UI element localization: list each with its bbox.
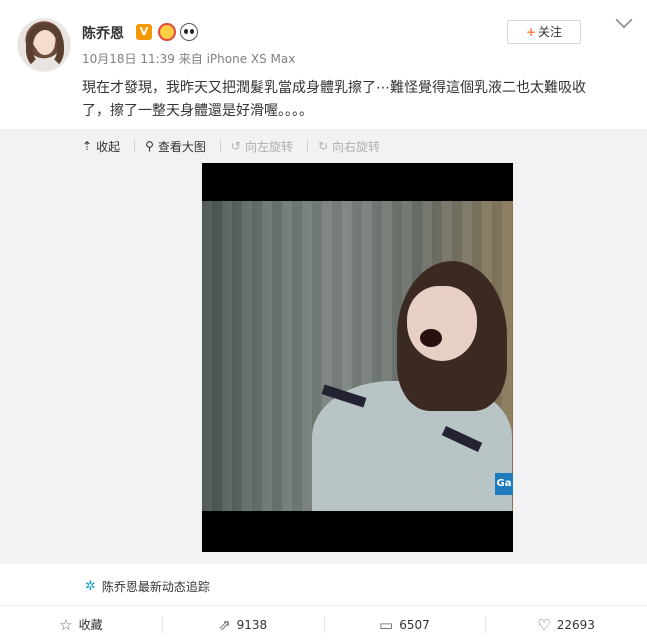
thumbs-up-icon: ♡ xyxy=(537,615,551,634)
panda-icon xyxy=(180,23,198,41)
image-figure-face xyxy=(407,286,477,361)
avatar[interactable] xyxy=(17,18,71,72)
chevron-down-icon[interactable] xyxy=(615,11,633,29)
comment-count: 6507 xyxy=(399,617,430,632)
collapse-button[interactable]: ⇡ 收起 xyxy=(82,138,120,155)
action-bar: ☆ 收藏 ⇗ 9138 ▭ 6507 ♡ 22693 xyxy=(0,605,647,642)
plus-icon: + xyxy=(525,25,537,39)
favorite-label: 收藏 xyxy=(78,618,103,632)
follow-label: 关注 xyxy=(538,25,563,39)
follow-button[interactable]: + 关注 xyxy=(507,20,581,44)
follow-updates-link[interactable]: ✲ 陈乔恩最新动态追踪 xyxy=(85,578,210,595)
media-toolbar: ⇡ 收起 ⚲ 查看大图 ↺ 向左旋转 ↻ 向右旋转 xyxy=(82,137,394,155)
post-text-line: 了，擦了一整天身體還是好滑喔。。。。 xyxy=(82,103,313,119)
like-count: 22693 xyxy=(556,617,595,632)
post-text-line: 現在才發現，我昨天又把潤髮乳當成身體乳擦了⋯難怪覺得這個乳液⼆也太難吸收 xyxy=(82,80,586,96)
verified-badge-icon: V xyxy=(136,24,152,40)
share-icon: ⇗ xyxy=(218,615,231,634)
media-panel: ⇡ 收起 ⚲ 查看大图 ↺ 向左旋转 ↻ 向右旋转 Ga xyxy=(0,129,647,564)
view-large-button[interactable]: ⚲ 查看大图 xyxy=(145,138,206,155)
crown-icon xyxy=(158,23,176,41)
star-icon: ☆ xyxy=(59,615,73,634)
collapse-label: 收起 xyxy=(96,139,121,154)
favorite-button[interactable]: ☆ 收藏 xyxy=(0,606,162,642)
rotate-left-icon: ↺ xyxy=(230,139,241,153)
repost-count: 9138 xyxy=(236,617,268,632)
rotate-right-button[interactable]: ↻ 向右旋转 xyxy=(318,138,380,155)
comment-icon: ▭ xyxy=(379,615,394,634)
search-icon: ⚲ xyxy=(145,139,154,153)
follow-updates-label: 陈乔恩最新动态追踪 xyxy=(101,580,210,594)
rotate-left-button[interactable]: ↺ 向左旋转 xyxy=(231,138,293,155)
avatar-face xyxy=(35,31,55,55)
rotate-right-icon: ↻ xyxy=(317,139,329,153)
post-text: 現在才發現，我昨天又把潤髮乳當成身體乳擦了⋯難怪覺得這個乳液⼆也太難吸收 了，擦… xyxy=(82,77,642,123)
like-button[interactable]: ♡ 22693 xyxy=(485,606,647,642)
repost-button[interactable]: ⇗ 9138 xyxy=(161,606,324,642)
post-source: 来自 iPhone XS Max xyxy=(178,52,296,66)
sparkle-icon: ✲ xyxy=(85,579,96,594)
view-large-label: 查看大图 xyxy=(157,139,206,154)
image-figure-mouth xyxy=(420,329,442,347)
collapse-icon: ⇡ xyxy=(82,139,93,153)
image-content: Ga xyxy=(202,201,513,511)
post-meta: 10月18日 11:39 来自 iPhone XS Max xyxy=(82,50,295,67)
post-header: 陈乔恩 V 10月18日 11:39 来自 iPhone XS Max + 关注 … xyxy=(0,0,647,130)
comment-button[interactable]: ▭ 6507 xyxy=(323,606,486,642)
image-watermark: Ga xyxy=(495,473,513,495)
divider xyxy=(306,140,308,152)
rotate-left-label: 向左旋转 xyxy=(244,139,293,154)
post-time[interactable]: 10月18日 11:39 xyxy=(82,52,175,66)
divider xyxy=(219,140,221,152)
post-image[interactable]: Ga xyxy=(202,163,513,552)
username[interactable]: 陈乔恩 xyxy=(82,23,124,43)
divider xyxy=(134,140,136,152)
rotate-right-label: 向右旋转 xyxy=(332,139,381,154)
